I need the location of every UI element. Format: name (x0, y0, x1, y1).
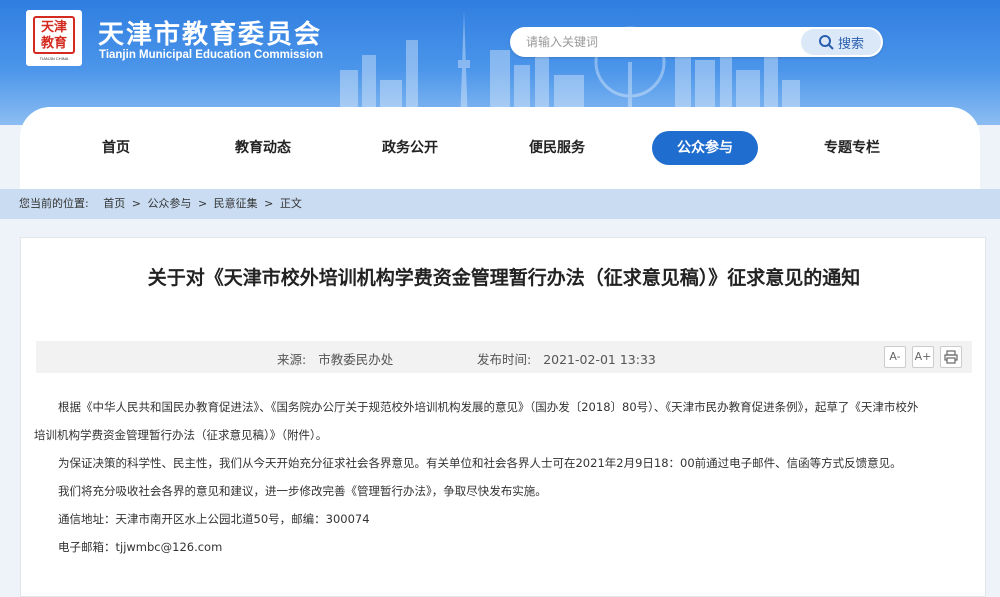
search-bar: 搜索 (510, 27, 883, 57)
breadcrumb-sep: > (131, 197, 141, 210)
print-button[interactable] (940, 346, 962, 368)
paragraph-3: 我们将充分吸收社会各界的意见和建议，进一步修改完善《管理暂行办法》，争取尽快发布… (58, 484, 547, 498)
paragraph-2: 为保证决策的科学性、民主性，我们从今天开始充分征求社会各界意见。有关单位和社会各… (58, 456, 902, 470)
search-input[interactable] (526, 33, 786, 51)
source-value: 市教委民办处 (318, 352, 394, 367)
breadcrumb-sep: > (264, 197, 274, 210)
breadcrumb-item-opinion[interactable]: 民意征集 (214, 197, 258, 210)
breadcrumb-item-home[interactable]: 首页 (103, 197, 125, 210)
source-label: 来源: (277, 352, 307, 367)
nav-item-gov-affairs[interactable]: 政务公开 (357, 131, 463, 165)
article-title: 关于对《天津市校外培训机构学费资金管理暂行办法（征求意见稿）》征求意见的通知 (147, 267, 861, 289)
article-source: 来源: 市教委民办处 (277, 349, 393, 368)
logo-seal: 天津教育 (33, 15, 75, 54)
font-decrease-button[interactable]: A- (884, 346, 906, 368)
site-logo[interactable]: 天津教育 TIANJIN CHINA (26, 10, 82, 66)
breadcrumb-item-current: 正文 (279, 197, 302, 210)
breadcrumb-prefix: 您当前的位置: (19, 197, 89, 210)
article-meta-bar: 来源: 市教委民办处 发布时间: 2021-02-01 13:33 A- A+ (36, 341, 972, 373)
nav-item-participation[interactable]: 公众参与 (652, 131, 758, 165)
breadcrumb-sep: > (197, 197, 208, 210)
search-icon (818, 35, 834, 50)
font-increase-button[interactable]: A+ (912, 346, 934, 368)
paragraph-1b: 培训机构学费资金管理暂行办法（征求意见稿）》（附件）。 (34, 428, 328, 442)
time-label: 发布时间: (477, 352, 532, 367)
nav-item-topics[interactable]: 专题专栏 (799, 131, 905, 165)
time-value: 2021-02-01 13:33 (543, 352, 656, 367)
paragraph-address: 通信地址：天津市南开区水上公园北道50号，邮编：300074 (58, 512, 370, 526)
nav-item-news[interactable]: 教育动态 (210, 131, 316, 165)
site-subtitle: Tianjin Municipal Education Commission (99, 49, 324, 61)
search-button[interactable]: 搜索 (801, 29, 881, 55)
paragraph-1a: 根据《中华人民共和国民办教育促进法》、《国务院办公厅关于规范校外培训机构发展的意… (58, 400, 919, 414)
main-nav: 首页 教育动态 政务公开 便民服务 公众参与 专题专栏 (20, 107, 980, 189)
article-time: 发布时间: 2021-02-01 13:33 (477, 349, 656, 368)
article-panel: 关于对《天津市校外培训机构学费资金管理暂行办法（征求意见稿）》征求意见的通知 来… (20, 237, 986, 597)
print-icon (944, 350, 958, 364)
logo-subtext: TIANJIN CHINA (39, 55, 69, 61)
site-title: 天津市教育委员会 (98, 20, 323, 50)
paragraph-email: 电子邮箱：tjjwmbc@126.com (58, 540, 223, 554)
search-button-label: 搜索 (837, 36, 864, 52)
article-body: 根据《中华人民共和国民办教育促进法》、《国务院办公厅关于规范校外培训机构发展的意… (34, 393, 974, 561)
breadcrumb-item-participation[interactable]: 公众参与 (147, 197, 191, 210)
nav-item-services[interactable]: 便民服务 (504, 131, 610, 165)
breadcrumb: 您当前的位置: 首页 > 公众参与 > 民意征集 > 正文 (0, 189, 1000, 219)
nav-item-home[interactable]: 首页 (63, 131, 169, 165)
